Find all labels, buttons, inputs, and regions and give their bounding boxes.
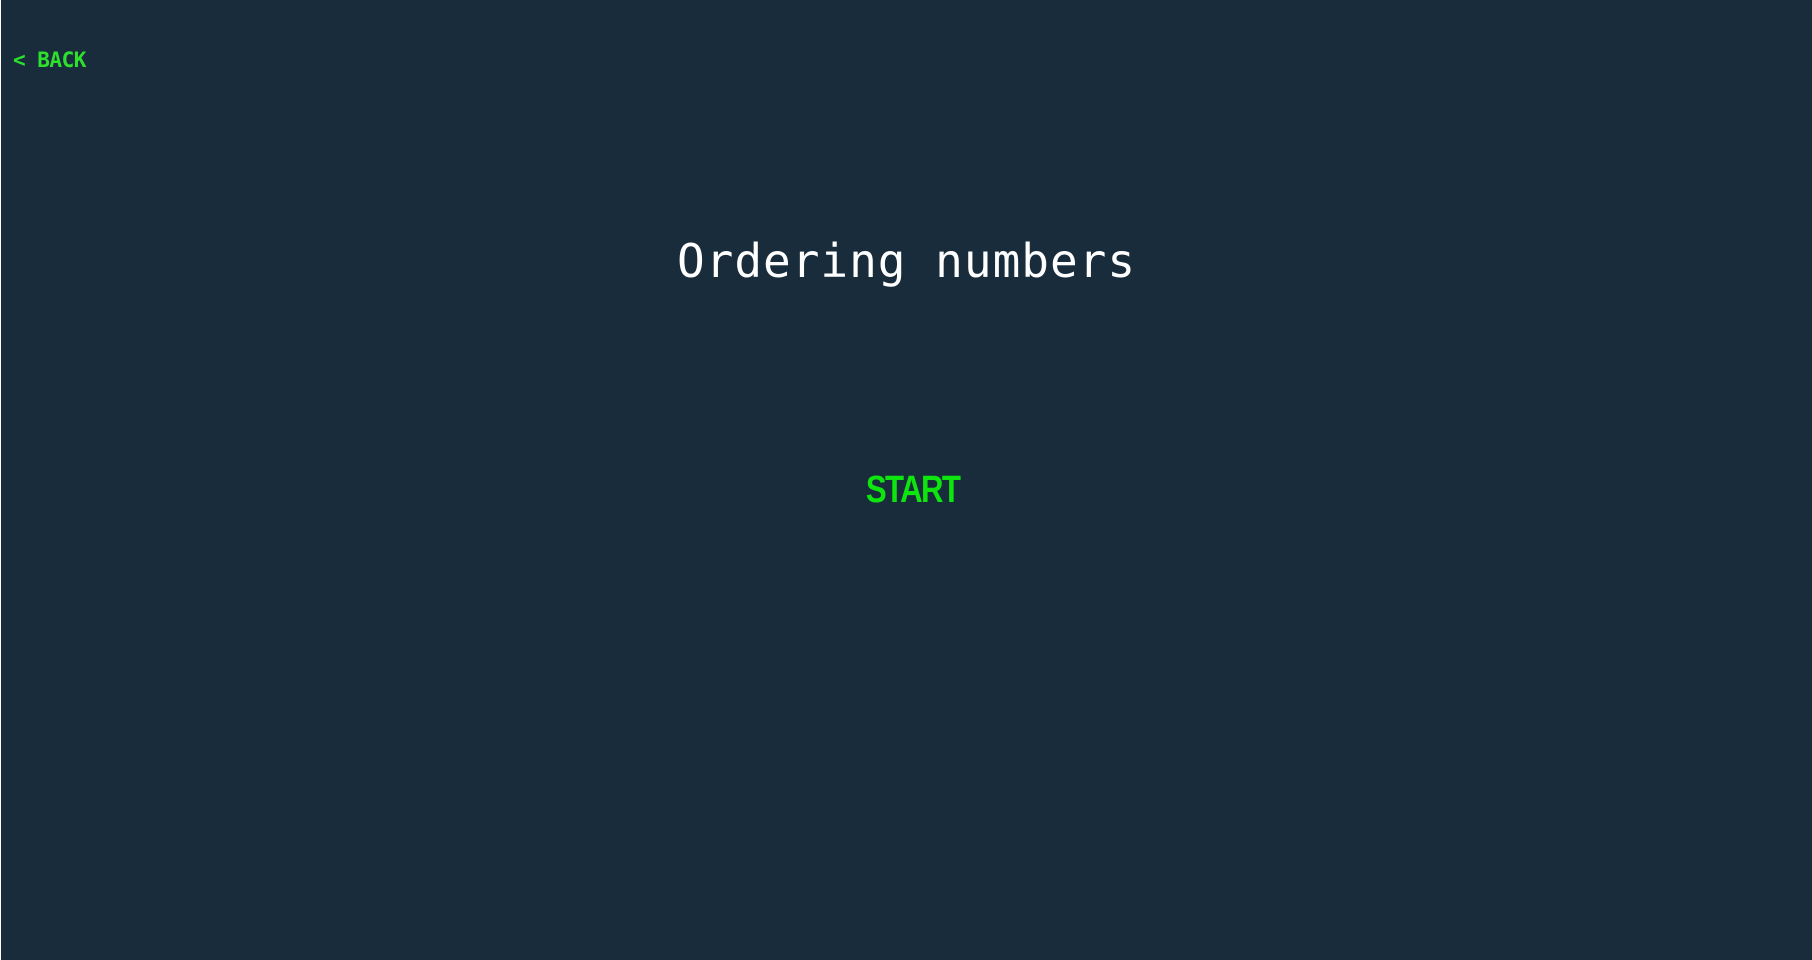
start-button[interactable]: START [866, 466, 961, 514]
page-title: Ordering numbers [676, 234, 1137, 288]
game-screen: < BACK Ordering numbers START [1, 0, 1812, 960]
back-button[interactable]: < BACK [13, 50, 86, 71]
